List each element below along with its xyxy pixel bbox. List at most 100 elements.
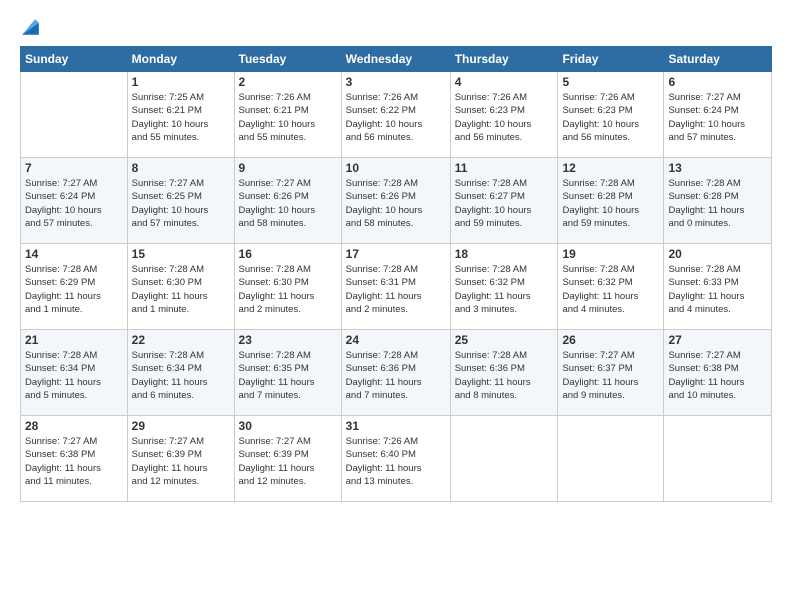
- day-info: Sunrise: 7:27 AM Sunset: 6:25 PM Dayligh…: [132, 177, 230, 230]
- day-info: Sunrise: 7:28 AM Sunset: 6:29 PM Dayligh…: [25, 263, 123, 316]
- day-number: 26: [562, 333, 659, 347]
- col-header-saturday: Saturday: [664, 47, 772, 72]
- page: SundayMondayTuesdayWednesdayThursdayFrid…: [0, 0, 792, 612]
- day-info: Sunrise: 7:28 AM Sunset: 6:32 PM Dayligh…: [562, 263, 659, 316]
- day-number: 1: [132, 75, 230, 89]
- calendar-cell: 14 Sunrise: 7:28 AM Sunset: 6:29 PM Dayli…: [21, 244, 128, 330]
- day-number: 9: [239, 161, 337, 175]
- day-info: Sunrise: 7:28 AM Sunset: 6:28 PM Dayligh…: [562, 177, 659, 230]
- day-info: Sunrise: 7:26 AM Sunset: 6:22 PM Dayligh…: [346, 91, 446, 144]
- day-info: Sunrise: 7:26 AM Sunset: 6:23 PM Dayligh…: [562, 91, 659, 144]
- calendar-cell: [450, 416, 558, 502]
- calendar-cell: 21 Sunrise: 7:28 AM Sunset: 6:34 PM Dayli…: [21, 330, 128, 416]
- day-number: 30: [239, 419, 337, 433]
- day-info: Sunrise: 7:26 AM Sunset: 6:40 PM Dayligh…: [346, 435, 446, 488]
- calendar-cell: 15 Sunrise: 7:28 AM Sunset: 6:30 PM Dayli…: [127, 244, 234, 330]
- day-number: 17: [346, 247, 446, 261]
- day-number: 2: [239, 75, 337, 89]
- day-info: Sunrise: 7:28 AM Sunset: 6:34 PM Dayligh…: [25, 349, 123, 402]
- day-number: 25: [455, 333, 554, 347]
- calendar-cell: 18 Sunrise: 7:28 AM Sunset: 6:32 PM Dayli…: [450, 244, 558, 330]
- day-info: Sunrise: 7:28 AM Sunset: 6:30 PM Dayligh…: [239, 263, 337, 316]
- calendar-week-1: 1 Sunrise: 7:25 AM Sunset: 6:21 PM Daylig…: [21, 72, 772, 158]
- col-header-monday: Monday: [127, 47, 234, 72]
- col-header-thursday: Thursday: [450, 47, 558, 72]
- day-number: 27: [668, 333, 767, 347]
- calendar-table: SundayMondayTuesdayWednesdayThursdayFrid…: [20, 46, 772, 502]
- day-info: Sunrise: 7:28 AM Sunset: 6:27 PM Dayligh…: [455, 177, 554, 230]
- day-number: 6: [668, 75, 767, 89]
- day-info: Sunrise: 7:27 AM Sunset: 6:26 PM Dayligh…: [239, 177, 337, 230]
- day-number: 20: [668, 247, 767, 261]
- day-number: 7: [25, 161, 123, 175]
- day-number: 8: [132, 161, 230, 175]
- day-number: 4: [455, 75, 554, 89]
- calendar-cell: 12Sunrise: 7:28 AM Sunset: 6:28 PM Dayli…: [558, 158, 664, 244]
- col-header-tuesday: Tuesday: [234, 47, 341, 72]
- day-number: 5: [562, 75, 659, 89]
- day-number: 19: [562, 247, 659, 261]
- day-info: Sunrise: 7:28 AM Sunset: 6:30 PM Dayligh…: [132, 263, 230, 316]
- calendar-week-2: 7Sunrise: 7:27 AM Sunset: 6:24 PM Daylig…: [21, 158, 772, 244]
- calendar-header-row: SundayMondayTuesdayWednesdayThursdayFrid…: [21, 47, 772, 72]
- day-number: 18: [455, 247, 554, 261]
- day-number: 3: [346, 75, 446, 89]
- calendar-cell: 3 Sunrise: 7:26 AM Sunset: 6:22 PM Daylig…: [341, 72, 450, 158]
- calendar-cell: [558, 416, 664, 502]
- col-header-sunday: Sunday: [21, 47, 128, 72]
- calendar-cell: 5 Sunrise: 7:26 AM Sunset: 6:23 PM Daylig…: [558, 72, 664, 158]
- calendar-cell: 1 Sunrise: 7:25 AM Sunset: 6:21 PM Daylig…: [127, 72, 234, 158]
- day-info: Sunrise: 7:27 AM Sunset: 6:39 PM Dayligh…: [132, 435, 230, 488]
- day-info: Sunrise: 7:27 AM Sunset: 6:38 PM Dayligh…: [668, 349, 767, 402]
- day-info: Sunrise: 7:27 AM Sunset: 6:39 PM Dayligh…: [239, 435, 337, 488]
- day-info: Sunrise: 7:27 AM Sunset: 6:24 PM Dayligh…: [668, 91, 767, 144]
- calendar-cell: [21, 72, 128, 158]
- day-info: Sunrise: 7:27 AM Sunset: 6:37 PM Dayligh…: [562, 349, 659, 402]
- calendar-cell: 9 Sunrise: 7:27 AM Sunset: 6:26 PM Daylig…: [234, 158, 341, 244]
- calendar-week-5: 28Sunrise: 7:27 AM Sunset: 6:38 PM Dayli…: [21, 416, 772, 502]
- calendar-cell: 23Sunrise: 7:28 AM Sunset: 6:35 PM Dayli…: [234, 330, 341, 416]
- calendar-cell: 31 Sunrise: 7:26 AM Sunset: 6:40 PM Dayli…: [341, 416, 450, 502]
- day-info: Sunrise: 7:28 AM Sunset: 6:28 PM Dayligh…: [668, 177, 767, 230]
- calendar-cell: 22 Sunrise: 7:28 AM Sunset: 6:34 PM Dayli…: [127, 330, 234, 416]
- day-number: 24: [346, 333, 446, 347]
- calendar-cell: 19 Sunrise: 7:28 AM Sunset: 6:32 PM Dayli…: [558, 244, 664, 330]
- day-info: Sunrise: 7:26 AM Sunset: 6:21 PM Dayligh…: [239, 91, 337, 144]
- calendar-cell: 2 Sunrise: 7:26 AM Sunset: 6:21 PM Daylig…: [234, 72, 341, 158]
- day-number: 21: [25, 333, 123, 347]
- calendar-cell: 10Sunrise: 7:28 AM Sunset: 6:26 PM Dayli…: [341, 158, 450, 244]
- day-number: 14: [25, 247, 123, 261]
- calendar-cell: 8 Sunrise: 7:27 AM Sunset: 6:25 PM Daylig…: [127, 158, 234, 244]
- col-header-wednesday: Wednesday: [341, 47, 450, 72]
- calendar-cell: 25 Sunrise: 7:28 AM Sunset: 6:36 PM Dayli…: [450, 330, 558, 416]
- day-number: 31: [346, 419, 446, 433]
- col-header-friday: Friday: [558, 47, 664, 72]
- day-info: Sunrise: 7:28 AM Sunset: 6:32 PM Dayligh…: [455, 263, 554, 316]
- day-number: 23: [239, 333, 337, 347]
- logo: [20, 16, 40, 36]
- day-number: 10: [346, 161, 446, 175]
- calendar-cell: 28Sunrise: 7:27 AM Sunset: 6:38 PM Dayli…: [21, 416, 128, 502]
- day-number: 11: [455, 161, 554, 175]
- day-info: Sunrise: 7:26 AM Sunset: 6:23 PM Dayligh…: [455, 91, 554, 144]
- day-number: 29: [132, 419, 230, 433]
- calendar-cell: 27 Sunrise: 7:27 AM Sunset: 6:38 PM Dayli…: [664, 330, 772, 416]
- day-info: Sunrise: 7:27 AM Sunset: 6:38 PM Dayligh…: [25, 435, 123, 488]
- calendar-week-4: 21 Sunrise: 7:28 AM Sunset: 6:34 PM Dayli…: [21, 330, 772, 416]
- day-number: 22: [132, 333, 230, 347]
- day-number: 15: [132, 247, 230, 261]
- day-info: Sunrise: 7:28 AM Sunset: 6:31 PM Dayligh…: [346, 263, 446, 316]
- calendar-cell: 16 Sunrise: 7:28 AM Sunset: 6:30 PM Dayli…: [234, 244, 341, 330]
- day-info: Sunrise: 7:25 AM Sunset: 6:21 PM Dayligh…: [132, 91, 230, 144]
- calendar-cell: 24Sunrise: 7:28 AM Sunset: 6:36 PM Dayli…: [341, 330, 450, 416]
- calendar-cell: 20 Sunrise: 7:28 AM Sunset: 6:33 PM Dayli…: [664, 244, 772, 330]
- calendar-cell: 4 Sunrise: 7:26 AM Sunset: 6:23 PM Daylig…: [450, 72, 558, 158]
- day-number: 13: [668, 161, 767, 175]
- calendar-cell: 29 Sunrise: 7:27 AM Sunset: 6:39 PM Dayli…: [127, 416, 234, 502]
- day-info: Sunrise: 7:28 AM Sunset: 6:34 PM Dayligh…: [132, 349, 230, 402]
- logo-text: [20, 16, 40, 36]
- day-info: Sunrise: 7:28 AM Sunset: 6:33 PM Dayligh…: [668, 263, 767, 316]
- day-number: 16: [239, 247, 337, 261]
- calendar-cell: 26 Sunrise: 7:27 AM Sunset: 6:37 PM Dayli…: [558, 330, 664, 416]
- day-info: Sunrise: 7:28 AM Sunset: 6:36 PM Dayligh…: [455, 349, 554, 402]
